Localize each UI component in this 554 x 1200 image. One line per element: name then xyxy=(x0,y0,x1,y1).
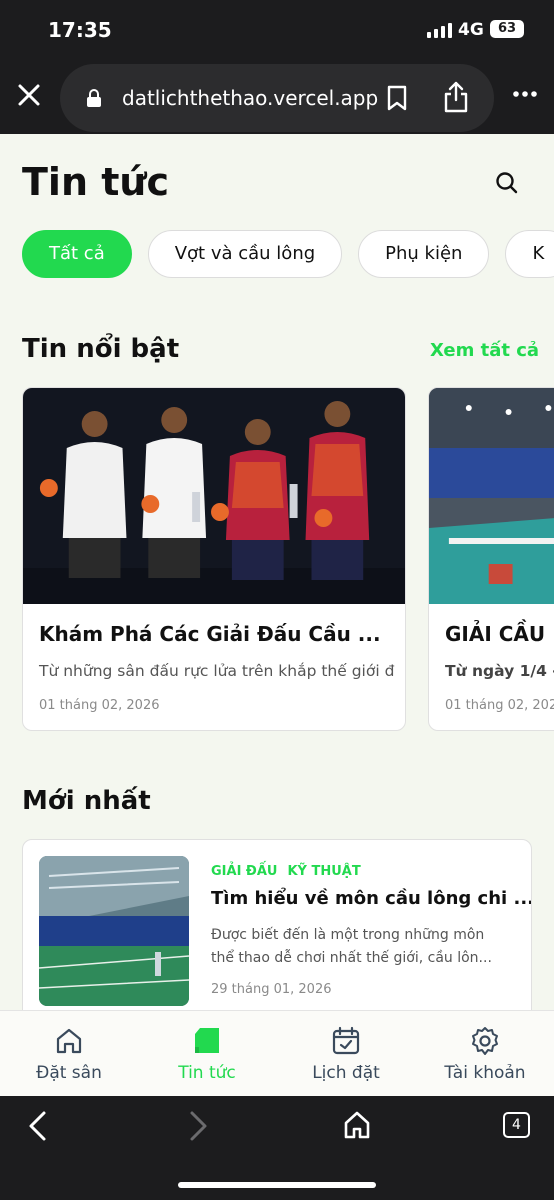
search-icon[interactable] xyxy=(494,170,520,196)
bottom-nav: Đặt sân Tin tức Lịch đặt Tài khoản xyxy=(0,1010,554,1096)
nav-label: Tin tức xyxy=(178,1063,236,1083)
status-time: 17:35 xyxy=(48,18,112,42)
latest-article[interactable]: GIẢI ĐẤU KỸ THUẬT Tìm hiểu về môn cầu lô… xyxy=(22,839,532,1010)
bookmark-icon[interactable] xyxy=(386,84,408,112)
chip-rackets-shuttles[interactable]: Vợt và cầu lông xyxy=(147,230,343,278)
featured-title: GIẢI CẦU xyxy=(445,622,546,646)
browser-address-bar: datlichthethao.vercel.app xyxy=(0,62,554,134)
chip-all[interactable]: Tất cả xyxy=(22,230,132,278)
article-tag: GIẢI ĐẤU xyxy=(211,864,278,879)
featured-image xyxy=(429,388,554,604)
see-all-link[interactable]: Xem tất cả xyxy=(430,340,539,361)
network-type: 4G xyxy=(458,20,484,40)
chip-accessories[interactable]: Phụ kiện xyxy=(358,230,490,278)
featured-excerpt: Từ những sân đấu rực lửa trên khắp thế g… xyxy=(39,662,395,680)
share-icon[interactable] xyxy=(442,80,470,114)
browser-toolbar: 4 xyxy=(0,1096,554,1200)
home-icon xyxy=(56,1028,82,1054)
status-bar: 17:35 4G 63 xyxy=(0,0,554,62)
news-page: Tin tức Tất cả Vợt và cầu lông Phụ kiện … xyxy=(0,134,554,1010)
back-icon[interactable] xyxy=(26,1110,50,1142)
url-field[interactable]: datlichthethao.vercel.app xyxy=(60,64,494,132)
home-indicator xyxy=(178,1182,376,1188)
featured-title: Khám Phá Các Giải Đấu Cầu ... xyxy=(39,622,381,646)
nav-account[interactable]: Tài khoản xyxy=(416,1011,554,1097)
featured-heading: Tin nổi bật xyxy=(22,334,180,364)
settings-icon xyxy=(472,1027,498,1055)
nav-label: Lịch đặt xyxy=(312,1063,380,1083)
url-text[interactable]: datlichthethao.vercel.app xyxy=(122,86,378,110)
more-icon[interactable] xyxy=(512,90,538,98)
home-icon[interactable] xyxy=(343,1110,371,1140)
article-excerpt: Được biết đến là một trong những môn thể… xyxy=(211,924,511,970)
page-title: Tin tức xyxy=(22,160,169,204)
article-excerpt-line: Được biết đến là một trong những môn xyxy=(211,927,485,943)
article-tags: GIẢI ĐẤU KỸ THUẬT xyxy=(211,864,361,879)
signal-icon xyxy=(427,22,452,38)
article-tag: KỸ THUẬT xyxy=(287,864,361,879)
category-chips: Tất cả Vợt và cầu lông Phụ kiện K xyxy=(22,230,554,278)
chip-more[interactable]: K xyxy=(505,230,554,278)
news-icon xyxy=(195,1028,219,1053)
featured-card[interactable]: GIẢI CẦU Từ ngày 1/4 - 01 tháng 02, 2026 xyxy=(428,387,554,731)
battery-icon: 63 xyxy=(490,20,524,38)
article-excerpt-line: thể thao dễ chơi nhất thế giới, cầu lôn.… xyxy=(211,950,492,966)
nav-bookings[interactable]: Lịch đặt xyxy=(277,1011,415,1097)
featured-image xyxy=(23,388,405,604)
close-icon[interactable] xyxy=(14,80,44,110)
lock-icon xyxy=(87,89,101,107)
featured-date: 01 tháng 02, 2026 xyxy=(445,698,554,713)
nav-label: Tài khoản xyxy=(444,1063,526,1083)
featured-date: 01 tháng 02, 2026 xyxy=(39,698,160,713)
featured-excerpt: Từ ngày 1/4 - xyxy=(445,662,554,680)
forward-icon[interactable] xyxy=(186,1110,210,1142)
nav-news[interactable]: Tin tức xyxy=(138,1011,276,1097)
article-date: 29 tháng 01, 2026 xyxy=(211,982,332,997)
nav-book-court[interactable]: Đặt sân xyxy=(0,1011,138,1097)
calendar-icon xyxy=(332,1026,360,1055)
featured-card[interactable]: Khám Phá Các Giải Đấu Cầu ... Từ những s… xyxy=(22,387,406,731)
article-thumbnail xyxy=(39,856,189,1006)
nav-label: Đặt sân xyxy=(36,1063,102,1083)
tabs-icon[interactable]: 4 xyxy=(503,1112,530,1138)
article-title: Tìm hiểu về môn cầu lông chi ... xyxy=(211,888,532,909)
latest-heading: Mới nhất xyxy=(22,786,151,816)
